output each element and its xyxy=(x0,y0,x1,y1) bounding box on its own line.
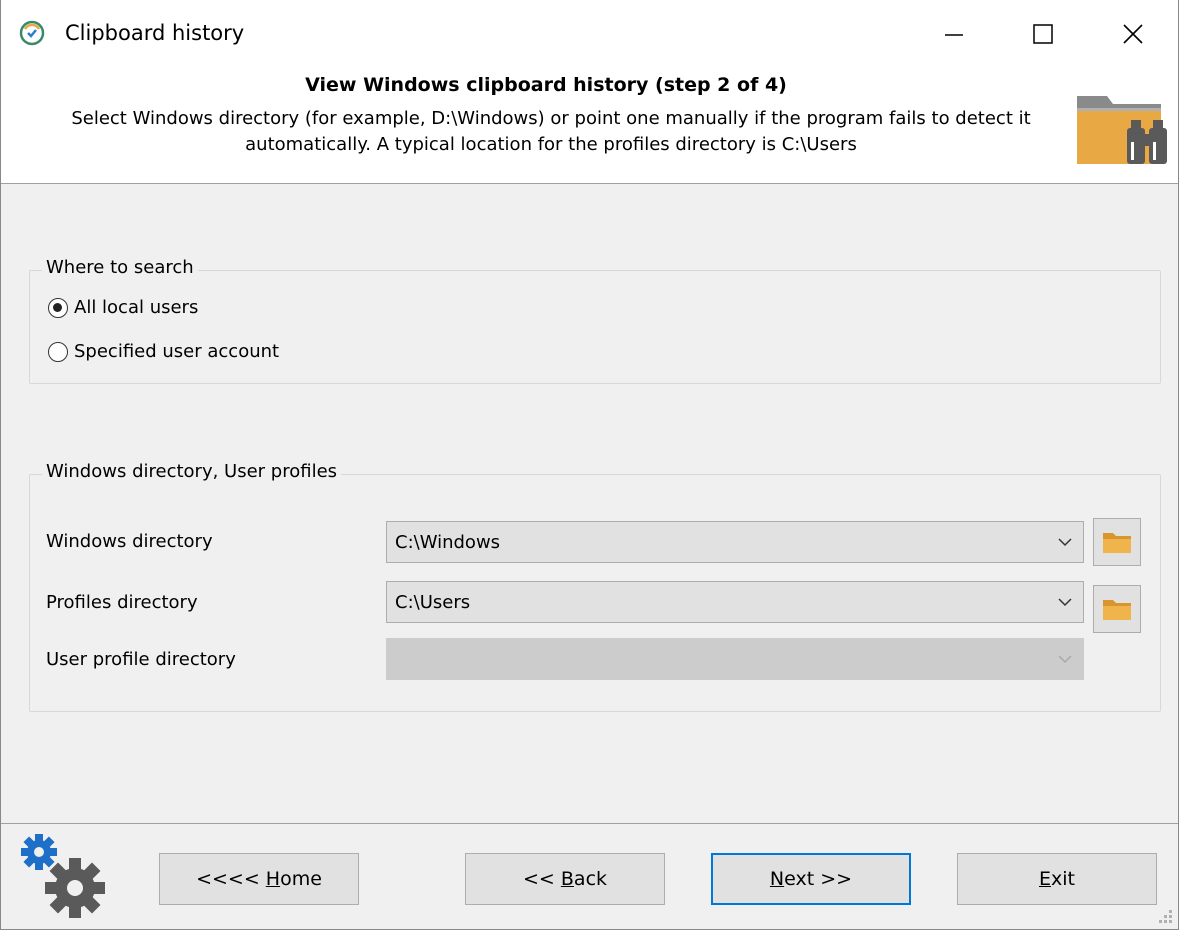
exit-button-accesskey: E xyxy=(1039,868,1052,890)
gears-icon xyxy=(21,834,105,918)
minimize-icon xyxy=(945,34,963,36)
close-button[interactable] xyxy=(1089,0,1177,68)
wizard-step-title: View Windows clipboard history (step 2 o… xyxy=(305,74,787,96)
windows-directory-label: Windows directory xyxy=(46,531,213,552)
description-line-1: Select Windows directory (for example, D… xyxy=(71,108,1031,129)
wizard-header: View Windows clipboard history (step 2 o… xyxy=(1,68,1178,184)
windows-directory-combo[interactable]: C:\Windows xyxy=(386,521,1084,563)
profiles-directory-combo[interactable]: C:\Users xyxy=(386,581,1084,623)
home-button-rest: ome xyxy=(280,868,322,890)
back-button-accesskey: B xyxy=(560,868,574,890)
folder-icon xyxy=(1103,533,1131,553)
home-button[interactable]: <<<< Home xyxy=(159,853,359,905)
directories-group: Windows directory, User profiles Windows… xyxy=(29,461,1161,712)
window-title: Clipboard history xyxy=(65,21,245,45)
clipboard-history-icon xyxy=(19,20,45,46)
clipboard-history-window: Clipboard history View Windows clipboard… xyxy=(0,0,1179,930)
user-profile-directory-combo xyxy=(386,638,1084,680)
back-button-rest: ack xyxy=(573,868,608,890)
wizard-step-description: Select Windows directory (for example, D… xyxy=(21,106,1081,158)
maximize-button[interactable] xyxy=(999,0,1087,68)
where-to-search-group: Where to search All local users Specifie… xyxy=(29,257,1161,384)
chevron-down-icon[interactable] xyxy=(1057,594,1073,610)
windows-directory-value: C:\Windows xyxy=(395,531,501,553)
folder-binoculars-icon xyxy=(1077,96,1167,164)
description-line-2: automatically. A typical location for th… xyxy=(245,134,857,155)
browse-windows-directory-button[interactable] xyxy=(1093,518,1141,566)
maximize-icon xyxy=(1033,24,1053,44)
profiles-directory-value: C:\Users xyxy=(395,591,471,613)
chevron-down-icon xyxy=(1058,655,1072,664)
home-button-accesskey: H xyxy=(265,868,281,890)
exit-button-rest: xit xyxy=(1051,868,1075,890)
back-button-prefix: << xyxy=(522,868,561,890)
resize-grip-icon[interactable] xyxy=(1155,906,1175,926)
home-button-prefix: <<<< xyxy=(196,868,266,890)
profiles-directory-label: Profiles directory xyxy=(46,592,198,613)
radio-label: Specified user account xyxy=(74,341,280,362)
browse-profiles-directory-button[interactable] xyxy=(1093,585,1141,633)
directories-legend: Windows directory, User profiles xyxy=(42,461,342,482)
close-icon xyxy=(1123,24,1143,44)
title-bar: Clipboard history xyxy=(1,0,1178,68)
next-button-rest: ext >> xyxy=(784,868,853,890)
minimize-button[interactable] xyxy=(910,0,998,68)
where-to-search-legend: Where to search xyxy=(42,257,198,278)
chevron-down-icon[interactable] xyxy=(1057,534,1073,550)
radio-all-local-users[interactable]: All local users xyxy=(48,297,198,318)
next-button[interactable]: Next >> xyxy=(711,853,911,905)
radio-unselected-icon[interactable] xyxy=(48,341,68,362)
back-button[interactable]: << Back xyxy=(465,853,665,905)
user-profile-directory-label: User profile directory xyxy=(46,649,236,670)
radio-label: All local users xyxy=(74,297,199,318)
footer-divider xyxy=(1,823,1178,824)
exit-button[interactable]: Exit xyxy=(957,853,1157,905)
folder-icon xyxy=(1103,600,1131,620)
radio-specified-user-account[interactable]: Specified user account xyxy=(48,341,279,362)
next-button-accesskey: N xyxy=(769,868,785,890)
radio-selected-icon[interactable] xyxy=(48,297,68,318)
